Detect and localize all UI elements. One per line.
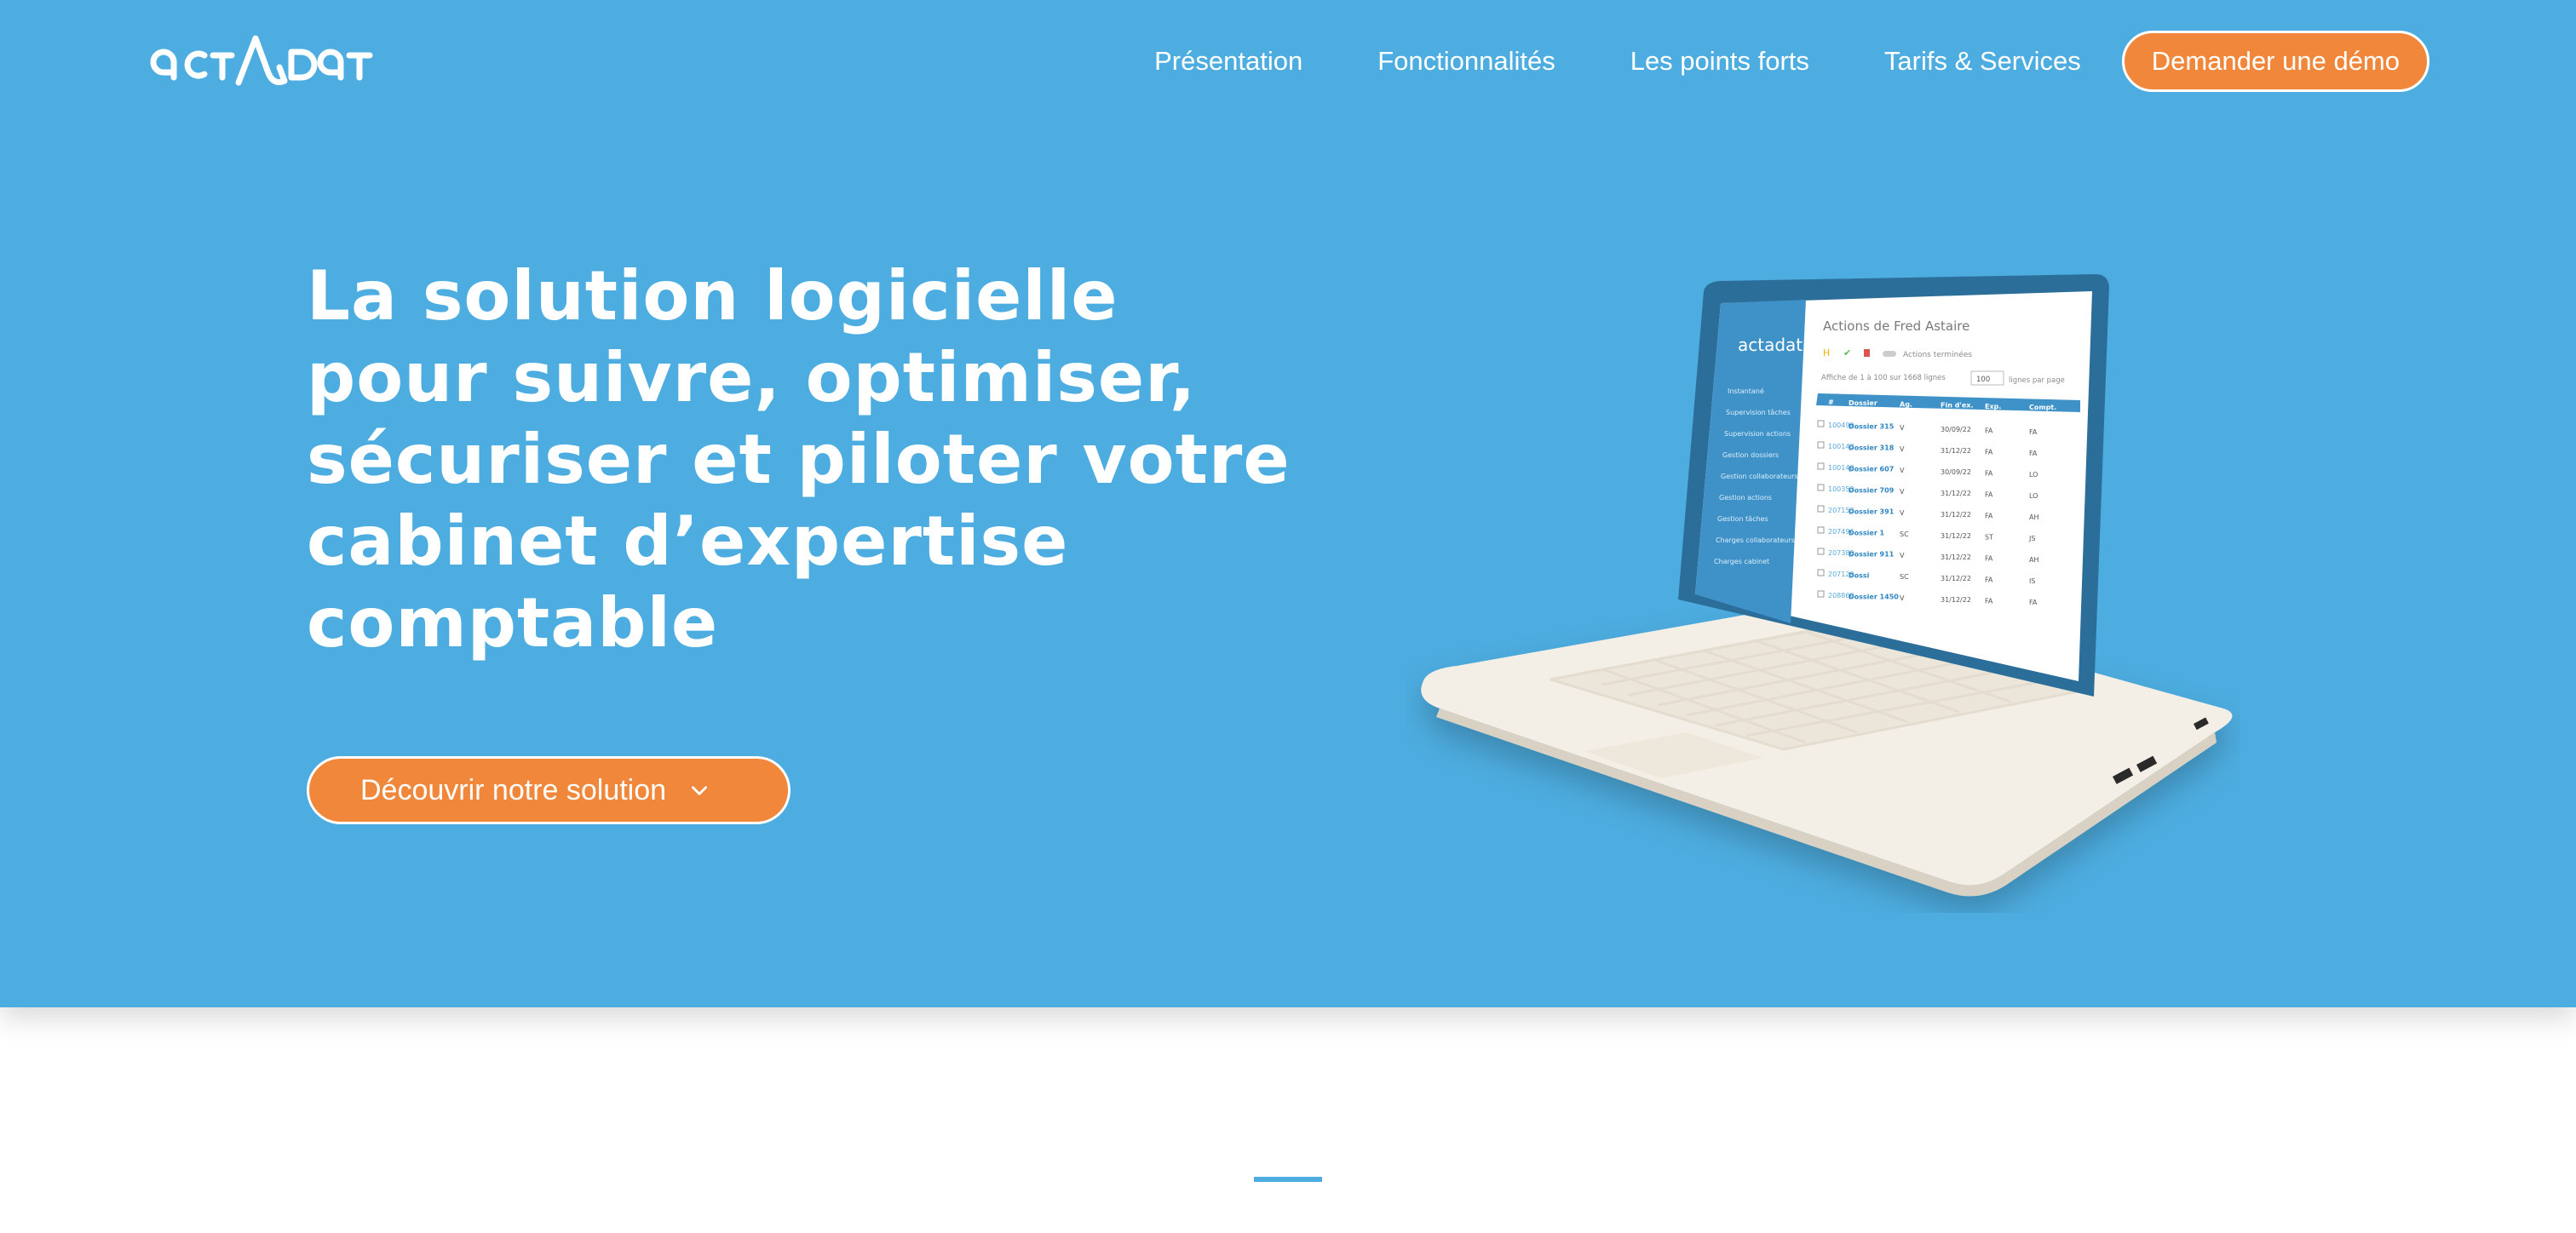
screen-table-cell: ST (1985, 533, 1993, 541)
screen-table-cell: FA (2029, 599, 2038, 606)
screen-sidebar-item: Gestion collaborateurs (1721, 473, 1798, 480)
screen-info-text: Affiche de 1 à 100 sur 1668 lignes (1821, 374, 1946, 382)
screen-sidebar-item: Charges collaborateurs (1716, 536, 1795, 544)
screen-table-cell: Dossier 318 (1849, 444, 1895, 452)
screen-table-cell: FA (1985, 554, 1993, 562)
screen-table-cell: 31/12/22 (1941, 511, 1971, 519)
screen-table-cell: AH (2029, 513, 2039, 521)
screen-table-cell: FA (2029, 450, 2038, 457)
screen-table-cell: Dossier 391 (1849, 508, 1895, 516)
screen-title: Actions de Fred Astaire (1823, 318, 1969, 334)
screen-table-cell: Dossi (1849, 572, 1870, 580)
screen-table-cell: LO (2029, 492, 2038, 500)
screen-table-cell: Dossier 1 (1849, 530, 1885, 537)
screen-page-size: 100 (1976, 376, 1990, 384)
screen-sidebar-item: Gestion tâches (1717, 515, 1768, 523)
screen-table-cell: FA (2029, 428, 2038, 436)
screen-table-cell: 31/12/22 (1941, 447, 1971, 455)
screen-table-cell: 30/09/22 (1941, 426, 1971, 433)
screen-table-cell: V (1900, 424, 1905, 432)
laptop-illustration: actadat Instantané Supervision tâches Supe… (1421, 274, 2233, 897)
screen-table-cell: SC (1900, 573, 1909, 581)
screen-sidebar-item: Supervision actions (1724, 430, 1791, 438)
screen-table-cell: 30/09/22 (1941, 468, 1971, 476)
screen-table-cell: JS (2028, 535, 2035, 542)
screen-table-cell: FA (1985, 597, 1993, 605)
screen-table-column-header: Fin d'ex. (1941, 402, 1974, 410)
screen-table-cell: FA (1985, 427, 1993, 434)
nav-link-presentation[interactable]: Présentation (1154, 46, 1302, 77)
screen-table-cell: Dossier 607 (1849, 466, 1894, 473)
screen-table-cell: Dossier 709 (1849, 487, 1895, 495)
screen-table-cell: SC (1900, 530, 1909, 538)
chevron-down-icon (692, 786, 708, 795)
screen-table-cell: 31/12/22 (1941, 532, 1971, 540)
main-nav: Présentation Fonctionnalités Les points … (1154, 31, 2429, 92)
screen-table-cell: 31/12/22 (1941, 596, 1971, 604)
screen-table-cell: LO (2029, 471, 2038, 479)
screen-table-cell: V (1900, 445, 1905, 453)
screen-table-cell: V (1900, 467, 1905, 474)
screen-table-cell: V (1900, 509, 1905, 517)
screen-sidebar-item: Instantané (1728, 387, 1764, 395)
screen-table-cell: V (1900, 594, 1905, 602)
nav-link-fonctionnalites[interactable]: Fonctionnalités (1377, 46, 1555, 77)
screen-table-cell: IS (2029, 577, 2035, 585)
screen-table-column-header: Exp. (1985, 403, 2001, 410)
screen-table-cell: FA (1985, 490, 1993, 498)
screen-sidebar-item: Gestion dossiers (1722, 451, 1779, 459)
screen-page-size-suffix: lignes par page (2009, 376, 2065, 385)
request-demo-button[interactable]: Demander une démo (2121, 31, 2429, 92)
screen-table-cell: Dossier 1450 (1849, 594, 1899, 601)
screen-table-cell: V (1900, 552, 1905, 559)
svg-text:H: H (1823, 347, 1830, 358)
screen-table-cell: 31/12/22 (1941, 553, 1971, 561)
screen-table-cell: 31/12/22 (1941, 575, 1971, 582)
headline-line: comptable (307, 583, 719, 662)
screen-toggle-label: Actions terminées (1903, 350, 1972, 359)
brand-logo[interactable] (148, 29, 387, 92)
headline-line: La solution logicielle (307, 256, 1118, 335)
screen-app-logo: actadat (1738, 335, 1803, 355)
nav-link-tarifs-services[interactable]: Tarifs & Services (1884, 46, 2081, 77)
screen-table-cell: Dossier 315 (1849, 423, 1895, 431)
nav-link-points-forts[interactable]: Les points forts (1630, 46, 1809, 77)
discover-solution-label: Découvrir notre solution (360, 773, 667, 806)
screen-table-column-header: Ag. (1900, 400, 1912, 408)
screen-sidebar-item: Supervision tâches (1726, 409, 1791, 416)
screen-table-column-header: Dossier (1849, 399, 1877, 407)
svg-text:✔: ✔ (1843, 347, 1851, 358)
screen-table-cell: FA (1985, 448, 1993, 456)
screen-table-cell: V (1900, 488, 1905, 496)
hero-section: Présentation Fonctionnalités Les points … (0, 0, 2576, 1007)
screen-table-column-header: Compt. (2029, 404, 2056, 411)
screen-table-cell: AH (2029, 556, 2039, 564)
headline-line: cabinet d’expertise (307, 502, 1069, 581)
screen-table-cell: FA (1985, 469, 1993, 477)
discover-solution-button[interactable]: Découvrir notre solution (307, 756, 791, 824)
screen-table-cell: 31/12/22 (1941, 490, 1971, 497)
screen-sidebar-item: Charges cabinet (1714, 558, 1769, 565)
screen-sidebar-item: Gestion actions (1719, 494, 1772, 502)
headline-line: sécuriser et piloter votre (307, 420, 1291, 499)
hero-headline: La solution logicielle pour suivre, opti… (307, 255, 1291, 664)
actadat-logo-icon (150, 35, 373, 86)
screen-table-cell: FA (1985, 576, 1993, 583)
headline-line: pour suivre, optimiser, (307, 338, 1197, 417)
screen-table-cell: Dossier 911 (1849, 551, 1895, 559)
screen-table-column-header: # (1828, 399, 1834, 406)
screen-table-cell: FA (1985, 512, 1993, 519)
section-divider (1254, 1177, 1322, 1182)
